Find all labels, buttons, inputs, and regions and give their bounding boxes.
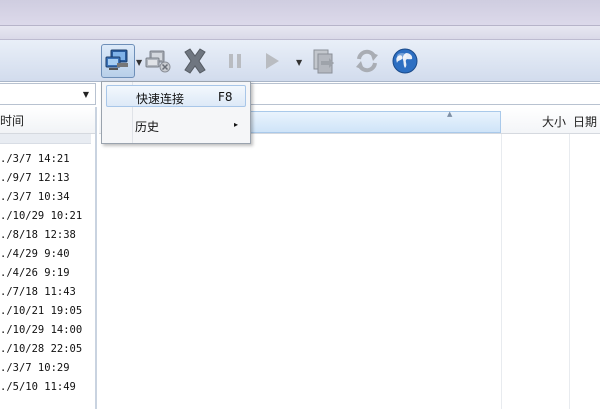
toolbar: ▼ ▼ — [0, 40, 600, 82]
play-icon — [266, 53, 279, 69]
pause-button[interactable] — [218, 44, 252, 78]
play-dropdown-arrow[interactable]: ▼ — [296, 58, 302, 67]
connect-dropdown-menu: 快速连接 F8 历史 ▸ — [101, 81, 251, 144]
list-item[interactable]: ./4/26 9:19 — [0, 264, 95, 283]
remote-file-pane: ▲ 大小 日期 — [99, 107, 600, 409]
menu-strip — [0, 26, 600, 40]
list-item[interactable]: ./3/7 10:34 — [0, 188, 95, 207]
list-item[interactable]: ./10/28 22:05 — [0, 340, 95, 359]
column-divider — [501, 134, 502, 409]
column-subheader — [0, 134, 91, 144]
column-header-date[interactable]: 日期 — [573, 113, 597, 130]
list-item[interactable]: ./9/7 12:13 — [0, 169, 95, 188]
remote-path-bar[interactable] — [250, 83, 600, 105]
pause-icon — [229, 54, 241, 68]
list-item[interactable]: ./10/21 19:05 — [0, 302, 95, 321]
list-item[interactable]: ./3/7 14:21 — [0, 150, 95, 169]
computer-connect-icon — [105, 49, 128, 70]
column-header-time[interactable]: 时间 — [0, 107, 95, 134]
local-path-combo[interactable]: ▼ — [0, 83, 96, 105]
column-header-size[interactable]: 大小 — [504, 113, 566, 130]
globe-icon — [392, 48, 418, 74]
cross-icon — [184, 48, 206, 74]
local-file-pane: 时间 ./3/7 14:21 ./9/7 12:13 ./3/7 10:34 .… — [0, 107, 97, 409]
list-item[interactable]: ./7/18 11:43 — [0, 283, 95, 302]
menu-item-label: 快速连接 — [136, 92, 185, 106]
disconnect-button[interactable] — [141, 44, 175, 78]
local-file-list: ./3/7 14:21 ./9/7 12:13 ./3/7 10:34 ./10… — [0, 144, 95, 397]
refresh-icon — [356, 49, 378, 73]
list-item[interactable]: ./3/7 10:29 — [0, 359, 95, 378]
play-button[interactable] — [255, 44, 289, 78]
submenu-arrow-icon: ▸ — [234, 120, 239, 129]
web-button[interactable] — [388, 44, 422, 78]
list-item[interactable]: ./10/29 10:21 — [0, 207, 95, 226]
list-item[interactable]: ./8/18 12:38 — [0, 226, 95, 245]
stop-button[interactable] — [178, 44, 212, 78]
menu-item-label: 历史 — [135, 120, 160, 134]
list-item[interactable]: ./10/29 14:00 — [0, 321, 95, 340]
column-header-time-label: 时间 — [0, 113, 25, 128]
list-item[interactable]: ./5/10 11:49 — [0, 378, 95, 397]
column-divider — [569, 134, 570, 409]
document-transfer-icon — [313, 49, 334, 74]
computer-disconnect-icon — [145, 50, 171, 73]
refresh-button[interactable] — [350, 44, 384, 78]
sort-ascending-icon: ▲ — [447, 110, 453, 118]
connect-button[interactable] — [101, 44, 135, 78]
chevron-down-icon[interactable]: ▼ — [83, 90, 89, 99]
menu-item-history[interactable]: 历史 ▸ — [106, 114, 246, 136]
window-titlebar — [0, 0, 600, 26]
menu-item-shortcut: F8 — [218, 90, 233, 104]
menu-item-quick-connect[interactable]: 快速连接 F8 — [106, 85, 246, 107]
list-item[interactable]: ./4/29 9:40 — [0, 245, 95, 264]
queue-button[interactable] — [306, 44, 340, 78]
column-header-name[interactable]: ▲ — [249, 110, 501, 133]
